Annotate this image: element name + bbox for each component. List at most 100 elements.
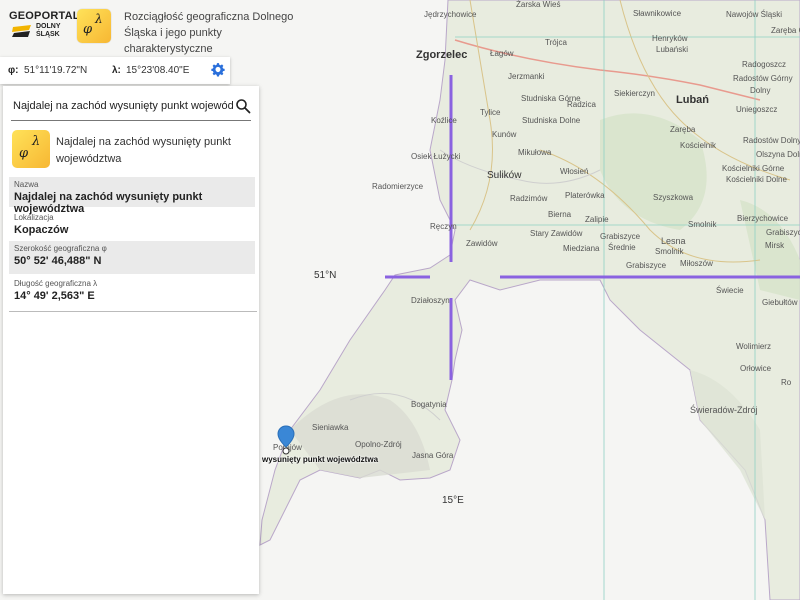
location-marker[interactable] [277, 425, 295, 455]
place-label: Radomierzyce [372, 182, 424, 191]
field-value: Kopaczów [14, 224, 69, 236]
place-label: Świecie [716, 286, 744, 295]
place-label: Radzimów [510, 194, 548, 203]
place-label: Mirsk [765, 241, 785, 250]
marker-label: wysunięty punkt województwa [262, 455, 379, 464]
field-value: 14° 49' 2,563" E [14, 290, 95, 302]
place-label: Zalipie [585, 215, 609, 224]
search-icon[interactable] [235, 98, 251, 114]
place-label: Platerówka [565, 191, 605, 200]
app-title: Rozciągłość geograficzna Dolnego Śląska … [124, 11, 294, 55]
divider [9, 311, 257, 312]
lambda-label: λ: [112, 65, 121, 76]
place-label: Jasna Góra [412, 451, 454, 460]
phi-label: φ: [8, 65, 19, 76]
place-label: Opolno-Zdrój [355, 440, 402, 449]
place-label: Kościelniki Górne [722, 164, 785, 173]
place-label: Kościelnik [680, 141, 717, 150]
field-key: Szerokość geograficzna φ [14, 244, 107, 253]
place-label: Kościelniki Dolne [726, 175, 787, 184]
place-label: Sieniawka [312, 423, 349, 432]
field-key: Długość geograficzna λ [14, 279, 98, 288]
latitude-grid-label: 51°N [314, 270, 337, 281]
lambda-glyph: λ [32, 134, 41, 149]
place-label: Jędrzychowice [424, 10, 477, 19]
gear-icon[interactable] [211, 63, 225, 77]
place-label: Siekierczyn [614, 89, 655, 98]
app-icon: φ λ [77, 9, 111, 43]
lambda-glyph: λ [95, 12, 103, 26]
place-label: Dolny [750, 86, 771, 95]
place-label: Żarska Wieś [516, 0, 561, 9]
logo-line-dolny: DOLNY [36, 23, 61, 30]
place-label: Uniegoszcz [736, 105, 778, 114]
place-label: Lesna [661, 236, 686, 246]
place-label: Orłowice [740, 364, 772, 373]
logo-line-slask: ŚLĄSK [36, 31, 60, 38]
place-label: Olszyna Dolna [756, 150, 800, 159]
place-label: Miłoszów [680, 259, 713, 268]
place-label: Sławnikowice [633, 9, 682, 18]
field-key: Lokalizacja [14, 213, 54, 222]
place-label: Trójca [545, 38, 567, 47]
search-box [11, 96, 251, 121]
place-label: Tylice [480, 108, 501, 117]
place-label: Radostów Dolny [743, 136, 800, 145]
place-label: Nawojów Śląski [726, 10, 783, 19]
place-label: Grabiszyce [626, 261, 667, 270]
result-title[interactable]: Najdalej na zachód wysunięty punkt wojew… [56, 134, 246, 168]
geoportal-logo-icon [12, 25, 31, 37]
search-input[interactable] [13, 100, 233, 112]
place-label: Grabiszyce Górne [766, 228, 800, 237]
phi-glyph: φ [19, 146, 29, 161]
place-label: Średnie [608, 243, 636, 252]
place-label: Koźlice [431, 116, 457, 125]
place-label: Studniska Dolne [522, 116, 581, 125]
lambda-value: 15°23'08.40"E [126, 65, 190, 76]
field-row-name: Nazwa Najdalej na zachód wysunięty punkt… [9, 177, 255, 215]
place-label: Zaręba Górna [771, 26, 800, 35]
field-value: 50° 52' 46,488" N [14, 255, 102, 267]
place-label: Łagów [490, 49, 514, 58]
place-label: Lubański [656, 45, 689, 54]
coordinate-bar: φ: 51°11'19.72"N λ: 15°23'08.40"E [0, 57, 230, 84]
field-key: Nazwa [14, 180, 39, 189]
geoportal-logo-subtext: DOLNY ŚLĄSK [36, 23, 61, 39]
place-label: Wolimierz [736, 342, 771, 351]
result-icon: φ λ [12, 130, 50, 168]
phi-value: 51°11'19.72"N [24, 65, 88, 76]
place-label: Bogatynia [411, 400, 447, 409]
place-label: Henryków [652, 34, 688, 43]
place-label: Grabiszyce [600, 232, 641, 241]
geoportal-logo-text: GEOPORTAL [9, 10, 80, 22]
info-panel: φ λ Najdalej na zachód wysunięty punkt w… [3, 86, 259, 594]
place-label: Biernа [548, 210, 572, 219]
place-label: Bierzychowice [737, 214, 789, 223]
town-label: Lubań [676, 94, 709, 106]
place-label: Działoszyn [411, 296, 450, 305]
place-label: Zaręba [670, 125, 696, 134]
place-label: Miedziana [563, 244, 600, 253]
place-label: Osiek Łużycki [411, 152, 461, 161]
phi-glyph: φ [83, 22, 93, 37]
place-label: Jerzmanki [508, 72, 545, 81]
place-label: Ro [781, 378, 792, 387]
app-header: GEOPORTAL DOLNY ŚLĄSK φ λ Rozciągłość ge… [0, 0, 300, 56]
place-label: Smolnik [655, 247, 684, 256]
field-row-latitude: Szerokość geograficzna φ 50° 52' 46,488"… [9, 241, 255, 274]
place-label: Kunów [492, 130, 517, 139]
place-label: Sulików [487, 170, 522, 181]
field-row-location: Lokalizacja Kopaczów [9, 210, 255, 240]
place-label: Giebułtów [762, 298, 798, 307]
place-label: Zawidów [466, 239, 498, 248]
place-label: Świeradów-Zdrój [690, 405, 758, 415]
place-label: Radzica [567, 100, 596, 109]
place-label: Smolnik [688, 220, 717, 229]
place-label: Ręczyn [430, 222, 457, 231]
place-label: Mikułowa [518, 148, 552, 157]
longitude-grid-label: 15°E [442, 495, 464, 506]
place-label: Szyszkowa [653, 193, 694, 202]
town-label: Zgorzelec [416, 49, 468, 61]
field-row-longitude: Długość geograficzna λ 14° 49' 2,563" E [9, 276, 255, 306]
place-label: Radogoszcz [742, 60, 787, 69]
